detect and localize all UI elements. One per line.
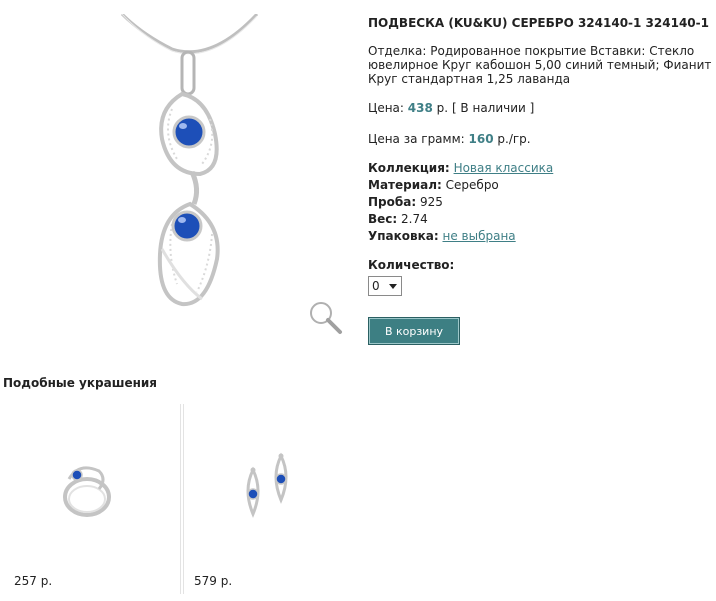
similar-item[interactable]: 257 р.	[4, 404, 181, 594]
price-unit: р.	[436, 101, 449, 115]
similar-item-price: 579 р.	[194, 574, 233, 588]
product-description: Отделка: Родированное покрытие Вставки: …	[368, 44, 712, 86]
weight-value: 2.74	[401, 212, 428, 226]
weight-label: Вес:	[368, 212, 398, 226]
earrings-image[interactable]	[239, 452, 301, 523]
material-label: Материал:	[368, 178, 442, 192]
collection-link[interactable]: Новая классика	[454, 161, 554, 175]
price-per-gram-label: Цена за грамм:	[368, 132, 465, 146]
price-per-gram-value: 160	[468, 132, 494, 146]
proba-label: Проба:	[368, 195, 417, 209]
similar-item-price: 257 р.	[14, 574, 53, 588]
collection-row: Коллекция: Новая классика	[368, 161, 553, 175]
price-label: Цена:	[368, 101, 404, 115]
quantity-label: Количество:	[368, 258, 455, 272]
price-value: 438	[407, 101, 433, 115]
collection-label: Коллекция:	[368, 161, 450, 175]
price-per-gram-unit: р./гр.	[497, 132, 531, 146]
chevron-down-icon	[389, 284, 397, 289]
proba-row: Проба: 925	[368, 195, 443, 209]
add-to-cart-button[interactable]: В корзину	[368, 317, 460, 345]
packaging-row: Упаковка: не выбрана	[368, 229, 516, 243]
material-value: Серебро	[445, 178, 499, 192]
similar-title: Подобные украшения	[3, 376, 158, 390]
quantity-select[interactable]: 0	[368, 276, 402, 296]
divider	[180, 404, 181, 594]
quantity-value: 0	[372, 279, 380, 293]
ring-image[interactable]	[59, 457, 115, 528]
magnifier-icon[interactable]	[307, 299, 345, 337]
weight-row: Вес: 2.74	[368, 212, 428, 226]
similar-item[interactable]: 579 р.	[183, 404, 359, 594]
packaging-label: Упаковка:	[368, 229, 439, 243]
price-per-gram-row: Цена за грамм: 160 р./гр.	[368, 132, 531, 146]
availability-status: [ В наличии ]	[451, 101, 535, 115]
proba-value: 925	[419, 195, 443, 209]
material-row: Материал: Серебро	[368, 178, 499, 192]
product-image[interactable]	[22, 12, 342, 336]
packaging-link[interactable]: не выбрана	[443, 229, 516, 243]
price-row: Цена: 438 р. [ В наличии ]	[368, 101, 534, 115]
product-title: ПОДВЕСКА (KU&KU) СЕРЕБРО 324140-1 324140…	[368, 16, 709, 30]
